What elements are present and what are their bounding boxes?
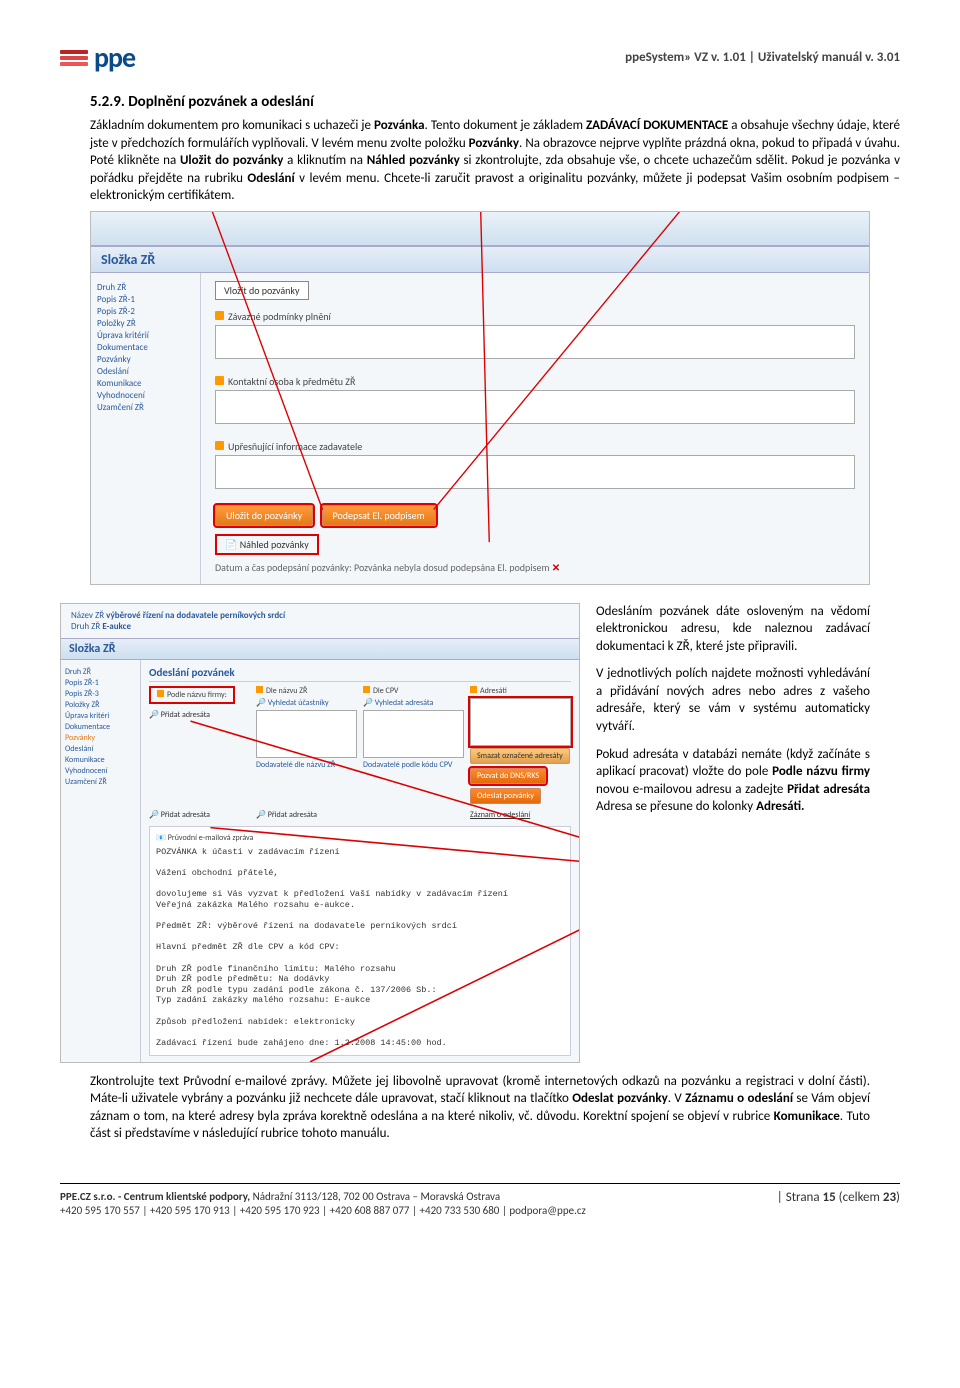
smazat-button[interactable]: Smazat označené adresáty — [470, 748, 570, 764]
pridat-adresata-button[interactable]: 🔎 Přidat adresáta — [149, 710, 250, 720]
field-label: Upřesňující informace zadavatele — [215, 440, 855, 453]
textarea-upresnujici[interactable] — [215, 455, 855, 489]
x-icon: ✕ — [552, 561, 560, 574]
textarea-kontaktni[interactable] — [215, 390, 855, 424]
adresati-listbox[interactable] — [470, 698, 571, 746]
field-label: Závazné podmínky plnění — [215, 310, 855, 323]
textarea-zavazne[interactable] — [215, 325, 855, 359]
final-paragraph: Zkontrolujte text Průvodní e-mailové zpr… — [90, 1073, 870, 1143]
slozka-title: Složka ZŘ — [61, 638, 579, 660]
nahled-button[interactable]: 📄 Náhled pozvánky — [215, 534, 319, 555]
pozvat-button[interactable]: Pozvat do DNS/RKS — [470, 768, 546, 784]
col-label: Dle CPV — [363, 686, 464, 696]
link[interactable]: Dodavatelé dle názvu ZŘ — [256, 760, 357, 770]
odeslat-button[interactable]: Odeslat pozvánky — [470, 788, 541, 804]
pridat-button[interactable]: 🔎 Přidat adresáta — [149, 810, 250, 820]
left-menu: Druh ZŘPopis ZŘ-1Popis ZŘ-2 Položky ZŘÚp… — [91, 273, 201, 584]
ulozit-button[interactable]: Uložit do pozvánky — [215, 505, 313, 526]
mail-panel[interactable]: 📧 Průvodní e-mailová zpráva POZVÁNKA k ú… — [149, 826, 571, 1056]
col-label: Adresáti — [470, 686, 571, 696]
screenshot-odeslani: Název ZŘ výběrové řízení na dodavatele p… — [60, 603, 580, 1063]
zaznam-link[interactable]: Záznam o odeslání — [470, 810, 571, 820]
signature-status: Datum a čas podepsání pozvánky: Pozvánka… — [215, 561, 855, 574]
header-version: ppeSystem» VZ v. 1.01 | Uživatelský manu… — [625, 50, 900, 65]
col-label: Dle názvu ZŘ — [256, 686, 357, 696]
screenshot-pozvanky: Složka ZŘ Druh ZŘPopis ZŘ-1Popis ZŘ-2 Po… — [90, 211, 870, 585]
vyhledat-link[interactable]: 🔎 Vyhledat adresáta — [363, 698, 464, 708]
odeslani-title: Odeslání pozvánek — [149, 666, 571, 679]
vyhledat-link[interactable]: 🔎 Vyhledat účastníky — [256, 698, 357, 708]
logo: ppe — [60, 40, 135, 75]
listbox[interactable] — [256, 710, 357, 758]
link[interactable]: Dodavatelé podle kódu CPV — [363, 760, 464, 770]
vlozit-button[interactable]: Vložit do pozvánky — [215, 281, 309, 300]
listbox[interactable] — [363, 710, 464, 758]
pridat-button[interactable]: 🔎 Přidat adresáta — [256, 810, 357, 820]
section-heading: 5.2.9. Doplnění pozvánek a odeslání — [90, 93, 900, 111]
footer-page: | Strana 15 (celkem 23) — [777, 1190, 900, 1219]
left-menu: Druh ZŘPopis ZŘ-1Popis ZŘ-3 Položky ZŘÚp… — [61, 660, 141, 1062]
slozka-title: Složka ZŘ — [91, 246, 869, 273]
logo-text: ppe — [94, 40, 135, 75]
field-label: Kontaktní osoba k předmětu ZŘ — [215, 375, 855, 388]
section-paragraph: Základním dokumentem pro komunikaci s uc… — [90, 117, 900, 205]
logo-bars-icon — [60, 48, 88, 68]
podle-nazvu-label: Podle názvu firmy: — [149, 686, 235, 704]
podepsat-button[interactable]: Podepsat El. podpisem — [322, 505, 436, 526]
footer-left: PPE.CZ s.r.o. - Centrum klientské podpor… — [60, 1190, 586, 1219]
side-text: Odesláním pozvánek dáte osloveným na věd… — [596, 603, 870, 826]
